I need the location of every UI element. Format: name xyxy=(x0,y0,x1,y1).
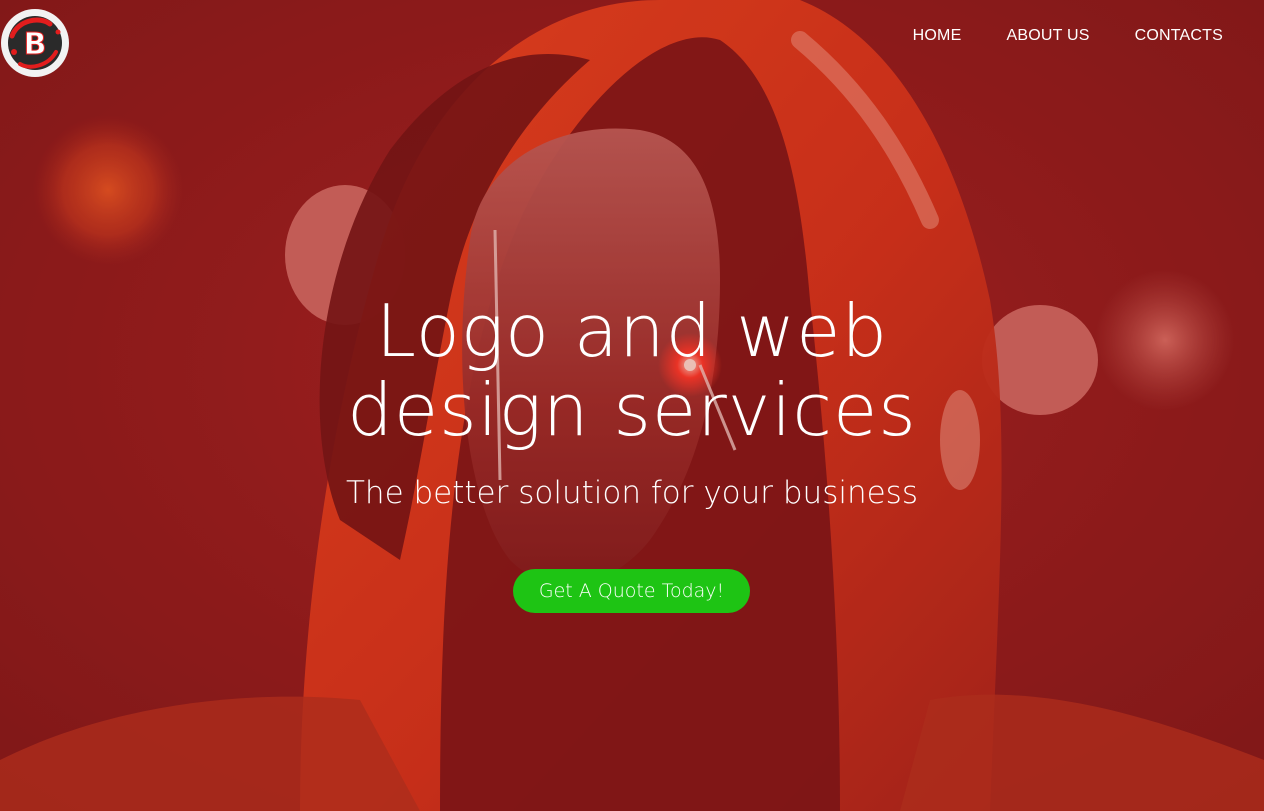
brand-logo-icon[interactable]: B xyxy=(0,8,70,78)
hero-headline-line2: design services xyxy=(347,368,917,452)
hero-section: B HOME ABOUT US CONTACTS Logo and web de… xyxy=(0,0,1264,811)
logo-letter: B xyxy=(24,27,47,62)
nav-item-contacts[interactable]: CONTACTS xyxy=(1135,27,1223,45)
nav-item-home[interactable]: HOME xyxy=(913,27,962,45)
nav-item-about-us[interactable]: ABOUT US xyxy=(1006,27,1089,45)
get-quote-button[interactable]: Get A Quote Today! xyxy=(513,569,750,613)
main-nav: HOME ABOUT US CONTACTS xyxy=(913,27,1223,45)
hero-headline-line1: Logo and web xyxy=(375,289,889,373)
hero-headline: Logo and web design services xyxy=(0,292,1264,450)
hero-subtitle: The better solution for your business xyxy=(345,475,918,511)
